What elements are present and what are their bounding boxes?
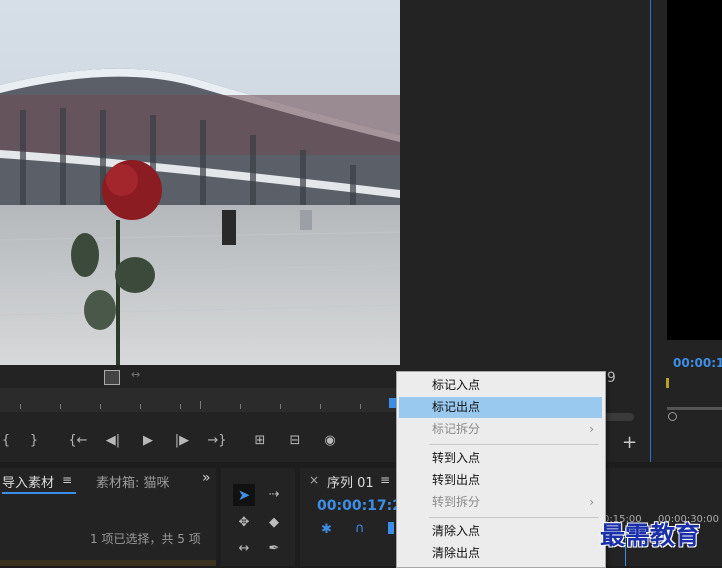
tab-bin-cats[interactable]: 素材箱: 猫咪 (96, 472, 170, 491)
step-back-icon[interactable]: ◀| (101, 428, 125, 454)
program-video-frame[interactable] (667, 0, 722, 340)
submenu-arrow-icon: › (589, 495, 594, 509)
more-panels-icon[interactable]: » (202, 470, 211, 486)
razor-tool-icon[interactable]: ◆ (263, 512, 285, 534)
export-frame-icon[interactable]: ◉ (318, 428, 342, 454)
watermark-logo: 最需教育 (600, 521, 701, 550)
context-menu: 标记入点 标记出点 标记拆分 › 转到入点 转到出点 转到拆分 › 清除入点 清除出… (396, 371, 606, 568)
menu-separator (429, 444, 599, 445)
panel-menu-icon[interactable]: ≡ (62, 473, 72, 487)
insert-icon[interactable]: ⊞ (248, 428, 272, 454)
project-panel: 导入素材 ≡ 素材箱: 猫咪 » 1 项已选择，共 5 项 (0, 468, 216, 566)
ripple-edit-tool-icon[interactable]: ✥ (233, 512, 255, 534)
menu-item-clear-out[interactable]: 清除出点 (399, 543, 602, 564)
program-monitor-panel: 00:00:1 (651, 0, 722, 462)
tools-panel: ➤ ⇢ ✥ ◆ ↔ ✒ (221, 468, 295, 566)
thumbnail-strip[interactable] (0, 560, 216, 566)
linked-selection-icon[interactable]: ∩ (355, 521, 365, 536)
timeline-menu-icon[interactable]: ≡ (380, 473, 390, 487)
drag-handle-icon[interactable]: ↔ (131, 368, 140, 381)
go-to-in-icon[interactable]: {← (66, 428, 90, 454)
tab-sequence-01[interactable]: 序列 01 (327, 472, 374, 491)
add-button-icon[interactable]: + (622, 432, 637, 453)
selection-status: 1 项已选择，共 5 项 (90, 532, 201, 546)
mark-in-icon[interactable]: { (0, 428, 18, 454)
menu-item-mark-split[interactable]: 标记拆分 › (399, 419, 602, 440)
video-still-image (0, 0, 400, 365)
menu-item-go-to-out[interactable]: 转到出点 (399, 470, 602, 491)
film-strip-icon[interactable] (104, 370, 120, 385)
submenu-arrow-icon: › (589, 422, 594, 436)
source-time-ruler[interactable] (0, 388, 400, 412)
timeline-timecode[interactable]: 00:00:17:2 (317, 498, 402, 514)
menu-item-go-to-in[interactable]: 转到入点 (399, 448, 602, 469)
go-to-out-icon[interactable]: →} (205, 428, 229, 454)
play-icon[interactable]: ▶ (136, 428, 160, 454)
markers-icon[interactable] (388, 522, 394, 534)
program-in-marker (666, 378, 669, 388)
source-transport-controls: { } {← ◀| ▶ |▶ →} ⊞ ⊟ ◉ (0, 428, 400, 456)
snap-icon[interactable]: ✱ (321, 522, 332, 537)
mark-out-icon[interactable]: } (22, 428, 46, 454)
step-forward-icon[interactable]: |▶ (170, 428, 194, 454)
program-timecode[interactable]: 00:00:1 (673, 356, 722, 370)
slip-tool-icon[interactable]: ↔ (233, 538, 255, 560)
selection-tool-icon[interactable]: ➤ (233, 484, 255, 506)
close-tab-icon[interactable]: × (309, 473, 319, 487)
overwrite-icon[interactable]: ⊟ (283, 428, 307, 454)
program-scroll-handle[interactable] (668, 412, 677, 421)
menu-item-clear-in[interactable]: 清除入点 (399, 521, 602, 542)
menu-item-mark-in[interactable]: 标记入点 (399, 375, 602, 396)
track-select-tool-icon[interactable]: ⇢ (263, 484, 285, 506)
tab-import-materials[interactable]: 导入素材 (2, 472, 54, 491)
pen-tool-icon[interactable]: ✒ (263, 538, 285, 560)
menu-item-mark-out[interactable]: 标记出点 (399, 397, 602, 418)
menu-separator (429, 517, 599, 518)
active-tab-underline (2, 492, 76, 494)
source-monitor-panel: ↔ { } {← ◀| ▶ |▶ →} ⊞ ⊟ ◉ (0, 0, 400, 462)
program-zoom-bar[interactable] (667, 407, 722, 410)
source-video-frame[interactable] (0, 0, 400, 365)
menu-item-go-to-split[interactable]: 转到拆分 › (399, 492, 602, 513)
